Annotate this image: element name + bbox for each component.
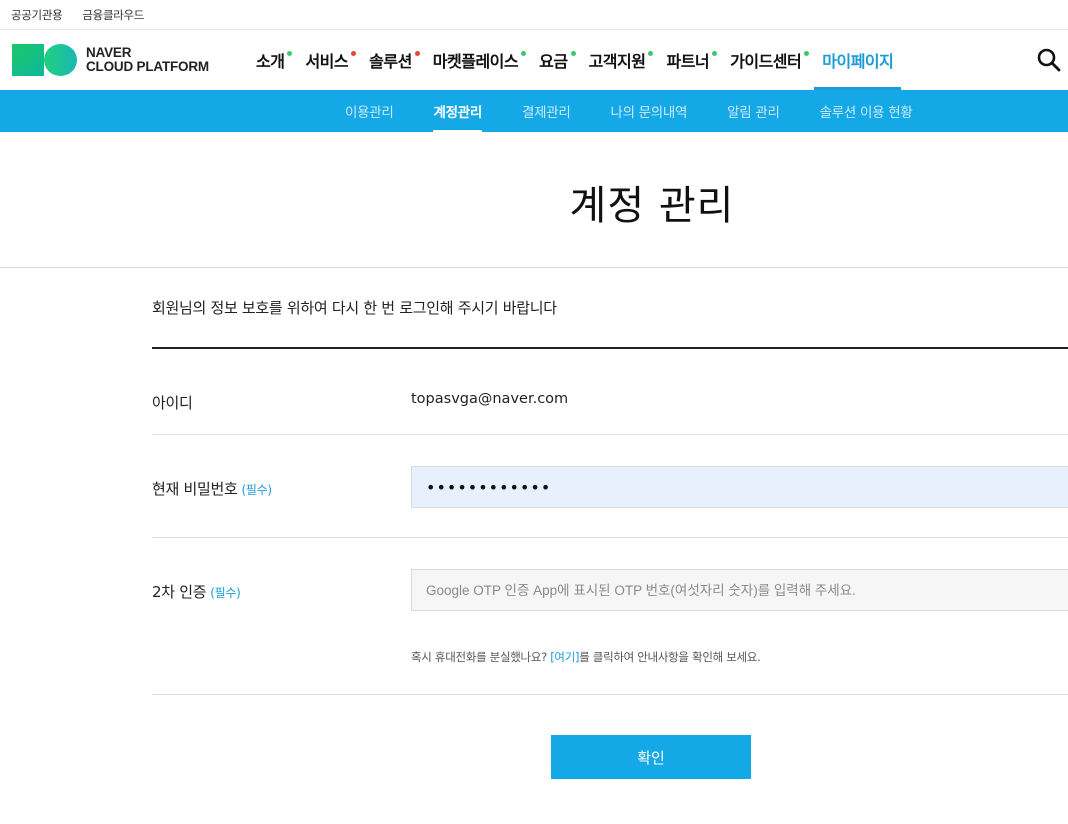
nav-item-label: 서비스 <box>305 52 349 71</box>
subnav-item-notifications[interactable]: 알림 관리 <box>707 90 799 132</box>
password-label: 현재 비밀번호 (필수) <box>152 478 272 499</box>
confirm-button[interactable]: 확인 <box>551 735 751 779</box>
page-title-area: 계정 관리 <box>0 132 1068 268</box>
subnav-item-usage[interactable]: 이용관리 <box>325 90 413 132</box>
logo-line1: NAVER <box>86 45 132 60</box>
new-dot-icon <box>287 51 293 56</box>
logo-mark-icon <box>12 44 78 76</box>
util-link-public[interactable]: 공공기관용 <box>11 7 63 23</box>
required-mark: (필수) <box>210 586 241 600</box>
nav-item-intro[interactable]: 소개 <box>248 30 293 90</box>
logo-text: NAVER CLOUD PLATFORM <box>86 46 209 74</box>
required-mark: (필수) <box>241 483 272 497</box>
otp-label: 2차 인증 (필수) <box>152 581 241 602</box>
nav-item-label: 마이페이지 <box>822 52 894 71</box>
nav-item-support[interactable]: 고객지원 <box>581 30 654 90</box>
new-dot-icon <box>570 51 576 56</box>
reauth-form: 회원님의 정보 보호를 위하여 다시 한 번 로그인해 주시기 바랍니다 아이디… <box>152 268 1068 695</box>
nav-item-pricing[interactable]: 요금 <box>531 30 576 90</box>
subnav-item-inquiries[interactable]: 나의 문의내역 <box>590 90 707 132</box>
nav-item-label: 파트너 <box>666 52 710 71</box>
otp-help-after: 를 클릭하여 안내사항을 확인해 보세요. <box>579 650 761 664</box>
otp-help-link[interactable]: [여기] <box>550 650 579 664</box>
new-dot-icon <box>351 51 357 56</box>
nav-item-services[interactable]: 서비스 <box>297 30 357 90</box>
nav-item-partner[interactable]: 파트너 <box>658 30 718 90</box>
otp-input[interactable] <box>411 569 1068 611</box>
otp-help-before: 혹시 휴대전화를 분실했나요? <box>411 650 551 664</box>
id-value: topasvga@naver.com <box>411 391 569 407</box>
new-dot-icon <box>521 51 527 56</box>
otp-row: 2차 인증(필수) 혹시 휴대전화를 분실했나요? [여기]를 클릭하여 안내사… <box>152 538 1068 695</box>
nav-item-label: 요금 <box>539 52 568 71</box>
header: NAVER CLOUD PLATFORM 소개 서비스 솔루션 마켓플레이스 요… <box>0 30 1068 90</box>
subnav-item-account[interactable]: 계정관리 <box>413 90 501 132</box>
sub-nav: 이용관리 계정관리 결제관리 나의 문의내역 알림 관리 솔루션 이용 현황 <box>0 90 1068 132</box>
nav-item-label: 고객지원 <box>588 52 646 71</box>
nav-item-solutions[interactable]: 솔루션 <box>361 30 420 90</box>
current-password-field[interactable] <box>411 466 1068 508</box>
logo-line2: CLOUD PLATFORM <box>86 59 209 74</box>
main-nav: 소개 서비스 솔루션 마켓플레이스 요금 고객지원 파트너 가이드센터 마이페이… <box>248 30 906 90</box>
new-dot-icon <box>712 51 718 56</box>
search-icon[interactable] <box>1036 47 1062 73</box>
utility-bar: 공공기관용 금융클라우드 <box>0 0 1068 30</box>
notice-text: 회원님의 정보 보호를 위하여 다시 한 번 로그인해 주시기 바랍니다 <box>152 268 1068 349</box>
page-title: 계정 관리 <box>569 182 735 229</box>
password-row: 현재 비밀번호 (필수) <box>152 435 1068 538</box>
id-row: 아이디 topasvga@naver.com <box>152 349 1068 435</box>
nav-item-marketplace[interactable]: 마켓플레이스 <box>425 30 527 90</box>
nav-item-guide-center[interactable]: 가이드센터 <box>722 30 810 90</box>
id-label: 아이디 <box>152 394 193 412</box>
subnav-item-solution-usage[interactable]: 솔루션 이용 현황 <box>800 90 933 132</box>
subnav-item-billing[interactable]: 결제관리 <box>502 90 590 132</box>
new-dot-icon <box>414 51 420 56</box>
password-label-text: 현재 비밀번호 <box>152 480 238 498</box>
nav-item-label: 마켓플레이스 <box>432 52 519 71</box>
logo[interactable]: NAVER CLOUD PLATFORM <box>12 44 209 76</box>
nav-item-label: 솔루션 <box>369 52 412 71</box>
util-link-finance-cloud[interactable]: 금융클라우드 <box>82 7 144 23</box>
nav-item-mypage[interactable]: 마이페이지 <box>814 30 902 90</box>
new-dot-icon <box>648 51 654 56</box>
nav-item-label: 소개 <box>256 52 285 71</box>
nav-item-label: 가이드센터 <box>730 52 802 71</box>
new-dot-icon <box>804 51 810 56</box>
otp-label-text: 2차 인증 <box>152 583 207 601</box>
otp-help-text: 혹시 휴대전화를 분실했나요? [여기]를 클릭하여 안내사항을 확인해 보세요… <box>411 649 761 665</box>
